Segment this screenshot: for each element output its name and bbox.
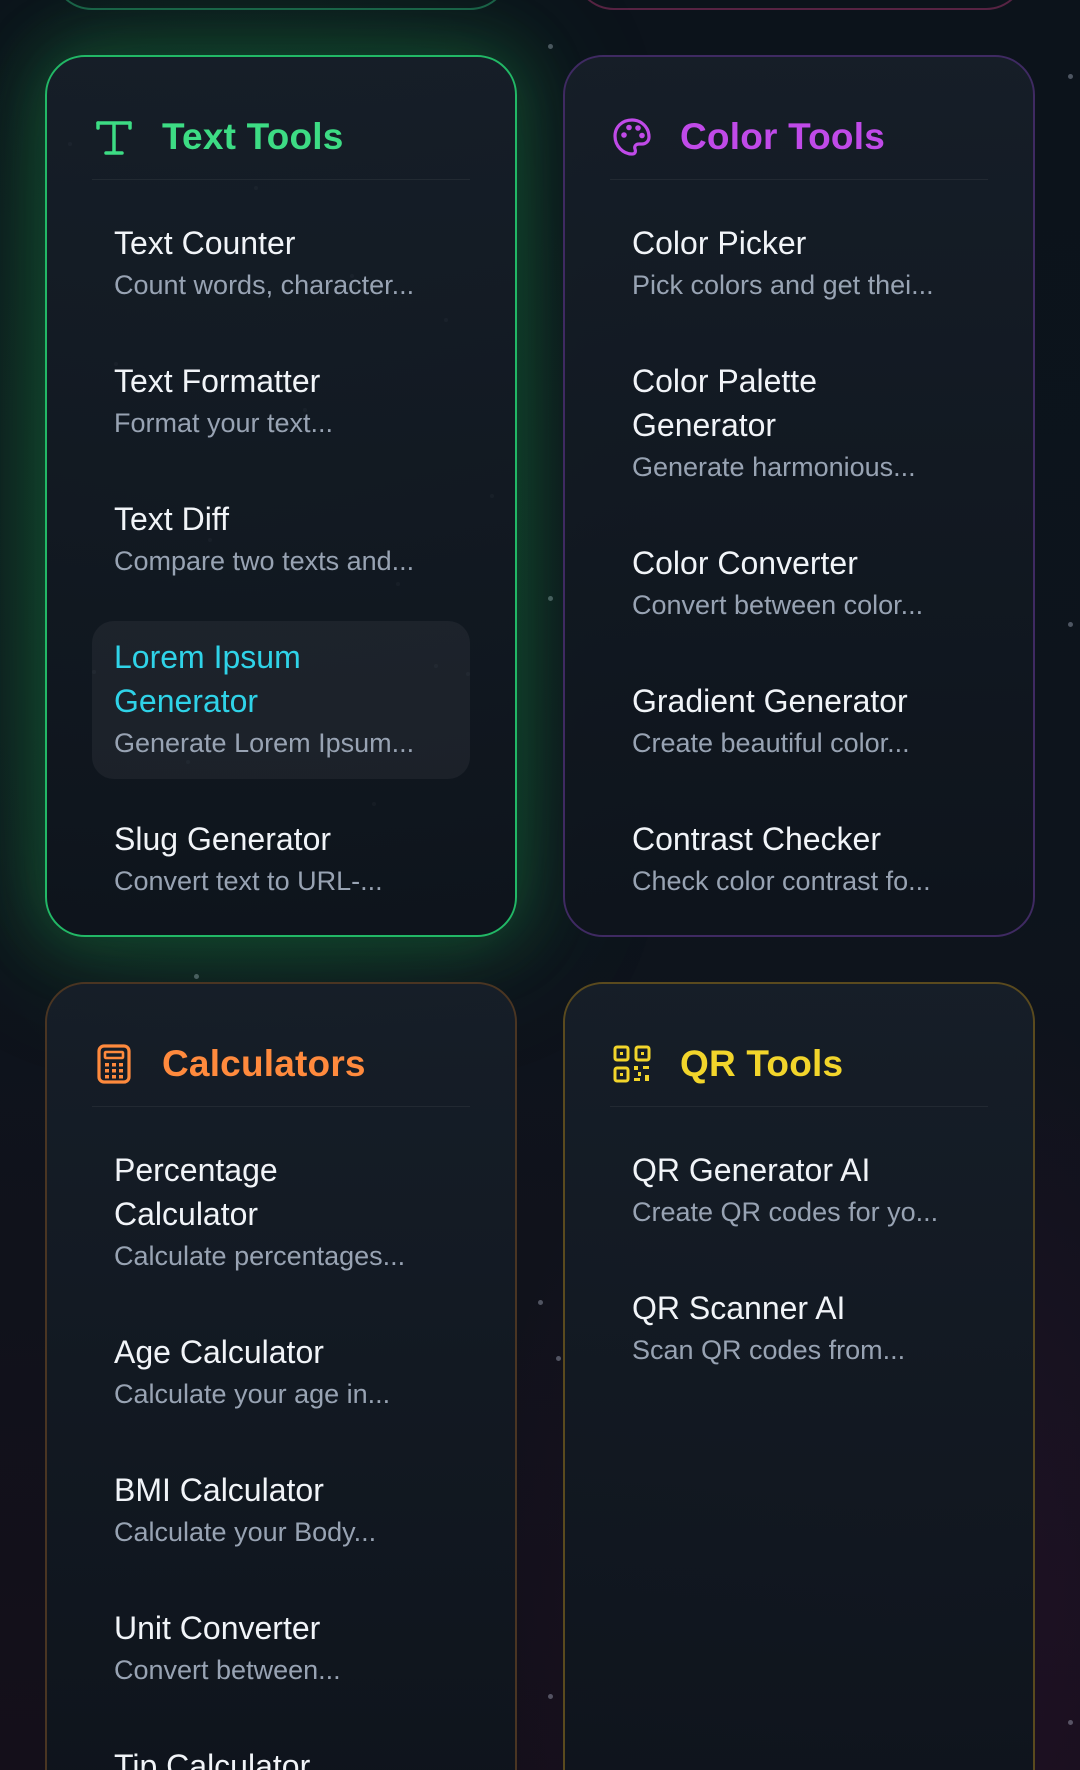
tool-description: Calculate your age in... xyxy=(114,1379,391,1409)
star-decoration xyxy=(1068,1720,1073,1725)
star-decoration xyxy=(1068,74,1073,79)
tool-link-color-palette-generator[interactable]: Color Palette Generator Generate harmoni… xyxy=(610,345,988,503)
card-header: Color Tools xyxy=(610,95,988,180)
tool-name: QR Scanner AI xyxy=(632,1290,846,1326)
tool-link-color-picker[interactable]: Color Picker Pick colors and get thei... xyxy=(610,207,988,321)
qr-tools-card: QR Tools QR Generator AI Create QR codes… xyxy=(563,982,1035,1770)
tool-name: Color Picker xyxy=(632,225,807,261)
tool-description: Calculate your Body... xyxy=(114,1517,377,1547)
calculator-icon xyxy=(92,1042,136,1086)
tool-description: Create QR codes for yo... xyxy=(632,1197,939,1227)
tool-description: Scan QR codes from... xyxy=(632,1335,906,1365)
card-title: Text Tools xyxy=(162,116,344,157)
text-tools-card: Text Tools Text Counter Count words, cha… xyxy=(45,55,517,937)
tool-description: Generate Lorem Ipsum... xyxy=(114,728,415,758)
tool-name: Gradient Generator xyxy=(632,683,908,719)
tool-name: Color Converter xyxy=(632,545,858,581)
tool-description: Generate harmonious... xyxy=(632,452,916,482)
tool-name: Color Palette Generator xyxy=(632,363,817,443)
tools-page: Text Tools Text Counter Count words, cha… xyxy=(0,0,1080,1770)
tool-link-qr-generator-ai[interactable]: QR Generator AI Create QR codes for yo..… xyxy=(610,1134,988,1248)
tool-list: QR Generator AI Create QR codes for yo..… xyxy=(610,1134,988,1410)
previous-card-edge xyxy=(52,0,510,10)
tool-name: Contrast Checker xyxy=(632,821,881,857)
card-title: Color Tools xyxy=(680,116,885,157)
tool-name: Text Formatter xyxy=(114,363,321,399)
tool-link-contrast-checker[interactable]: Contrast Checker Check color contrast fo… xyxy=(610,803,988,917)
star-decoration xyxy=(548,596,553,601)
tool-link-bmi-calculator[interactable]: BMI Calculator Calculate your Body... xyxy=(92,1454,470,1568)
tool-list: Text Counter Count words, character... T… xyxy=(92,207,470,941)
tool-link-percentage-calculator[interactable]: Percentage Calculator Calculate percenta… xyxy=(92,1134,470,1292)
color-tools-card: Color Tools Color Picker Pick colors and… xyxy=(563,55,1035,937)
star-decoration xyxy=(538,1300,543,1305)
star-decoration xyxy=(556,1356,561,1361)
star-decoration xyxy=(548,1694,553,1699)
tool-link-text-formatter[interactable]: Text Formatter Format your text... xyxy=(92,345,470,459)
tool-link-gradient-generator[interactable]: Gradient Generator Create beautiful colo… xyxy=(610,665,988,779)
card-title: QR Tools xyxy=(680,1043,844,1084)
tool-link-slug-generator[interactable]: Slug Generator Convert text to URL-... xyxy=(92,803,470,917)
tool-description: Format your text... xyxy=(114,408,334,438)
tool-name: BMI Calculator xyxy=(114,1472,324,1508)
star-decoration xyxy=(194,974,199,979)
tool-name: Text Counter xyxy=(114,225,296,261)
tool-list: Color Picker Pick colors and get thei...… xyxy=(610,207,988,941)
tool-name: Percentage Calculator xyxy=(114,1152,278,1232)
tool-name: Unit Converter xyxy=(114,1610,321,1646)
card-header: QR Tools xyxy=(610,1022,988,1107)
tool-description: Calculate percentages... xyxy=(114,1241,406,1271)
tool-link-age-calculator[interactable]: Age Calculator Calculate your age in... xyxy=(92,1316,470,1430)
card-title: Calculators xyxy=(162,1043,366,1084)
previous-card-edge xyxy=(574,0,1026,10)
tool-name: Slug Generator xyxy=(114,821,332,857)
tool-description: Convert text to URL-... xyxy=(114,866,383,896)
tool-description: Convert between color... xyxy=(632,590,924,620)
calculators-card: Calculators Percentage Calculator Calcul… xyxy=(45,982,517,1770)
tool-description: Convert between... xyxy=(114,1655,341,1685)
tool-name: Text Diff xyxy=(114,501,229,537)
star-decoration xyxy=(548,44,553,49)
star-decoration xyxy=(1068,622,1073,627)
tool-link-lorem-ipsum-generator[interactable]: Lorem Ipsum Generator Generate Lorem Ips… xyxy=(92,621,470,779)
tool-name: Tip Calculator xyxy=(114,1748,311,1770)
tool-link-text-diff[interactable]: Text Diff Compare two texts and... xyxy=(92,483,470,597)
tool-description: Compare two texts and... xyxy=(114,546,415,576)
tool-link-tip-calculator[interactable]: Tip Calculator xyxy=(92,1730,470,1770)
tool-name: QR Generator AI xyxy=(632,1152,871,1188)
card-header: Text Tools xyxy=(92,95,470,180)
tool-description: Check color contrast fo... xyxy=(632,866,931,896)
tool-link-qr-scanner-ai[interactable]: QR Scanner AI Scan QR codes from... xyxy=(610,1272,988,1386)
tool-link-color-converter[interactable]: Color Converter Convert between color... xyxy=(610,527,988,641)
tool-list: Percentage Calculator Calculate percenta… xyxy=(92,1134,470,1770)
text-t-icon xyxy=(92,115,136,159)
tool-description: Pick colors and get thei... xyxy=(632,270,934,300)
tool-description: Count words, character... xyxy=(114,270,415,300)
card-header: Calculators xyxy=(92,1022,470,1107)
palette-icon xyxy=(610,115,654,159)
tool-name: Lorem Ipsum Generator xyxy=(114,639,301,719)
tool-name: Age Calculator xyxy=(114,1334,324,1370)
tool-link-text-counter[interactable]: Text Counter Count words, character... xyxy=(92,207,470,321)
tool-link-unit-converter[interactable]: Unit Converter Convert between... xyxy=(92,1592,470,1706)
qr-code-icon xyxy=(610,1042,654,1086)
tool-description: Create beautiful color... xyxy=(632,728,910,758)
